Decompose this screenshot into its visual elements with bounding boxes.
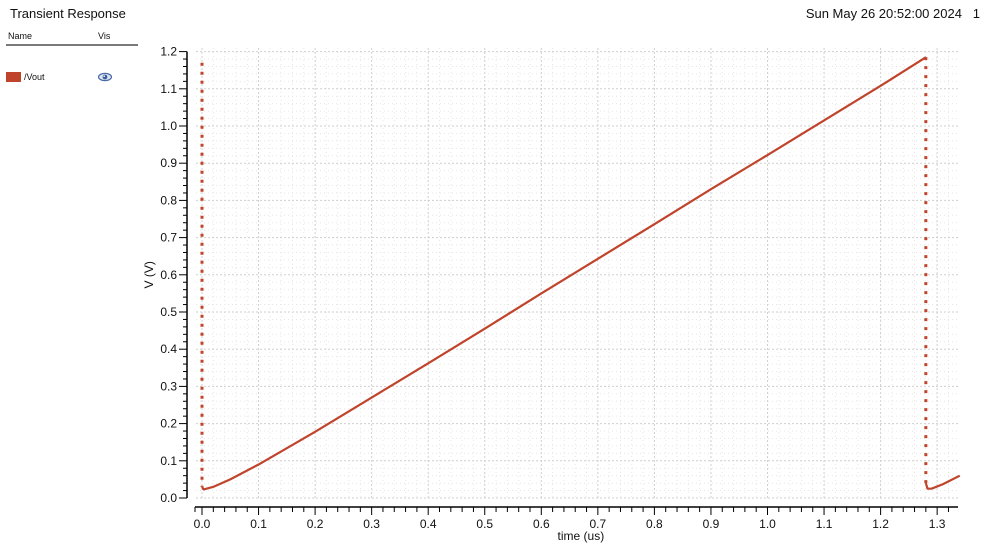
y-tick-label: 0.0	[160, 491, 177, 505]
y-tick-label: 0.2	[160, 417, 177, 431]
y-tick-label: 1.0	[160, 119, 177, 133]
x-tick-label: 0.8	[646, 517, 663, 531]
y-tick-label: 1.1	[160, 82, 177, 96]
grid	[196, 48, 958, 500]
x-tick-label: 0.3	[363, 517, 380, 531]
series-vout-line	[924, 474, 961, 490]
x-tick-label: 0.1	[250, 517, 267, 531]
y-tick-label: 1.2	[160, 45, 177, 59]
y-tick-label: 0.8	[160, 193, 177, 207]
x-tick-label: 0.6	[533, 517, 550, 531]
x-axis-label: time (us)	[558, 529, 605, 543]
x-tick-label: 1.2	[872, 517, 889, 531]
x-tick-label: 0.4	[420, 517, 437, 531]
y-tick-label: 0.7	[160, 231, 177, 245]
x-tick-label: 0.9	[703, 517, 720, 531]
y-tick-label: 0.3	[160, 379, 177, 393]
x-tick-label: 1.0	[759, 517, 776, 531]
x-tick-label: 1.1	[816, 517, 833, 531]
axes: 0.0 0.1 0.2 0.3 0.4 0.5 0.6 0.7 0.8 0.9 1.0 1.1 1.2 0…	[160, 45, 958, 531]
y-tick-label: 0.9	[160, 156, 177, 170]
traces	[200, 56, 961, 491]
x-tick-label: 0.5	[476, 517, 493, 531]
y-tick-label: 0.6	[160, 268, 177, 282]
x-tick-label: 0.0	[194, 517, 211, 531]
x-tick-label: 0.2	[307, 517, 324, 531]
y-axis-label: V (V)	[142, 261, 156, 288]
chart: 0.0 0.1 0.2 0.3 0.4 0.5 0.6 0.7 0.8 0.9 1.0 1.1 1.2 0…	[142, 45, 961, 543]
y-tick-label: 0.4	[160, 342, 177, 356]
y-tick-label: 0.1	[160, 454, 177, 468]
x-tick-label: 1.3	[929, 517, 946, 531]
y-tick-label: 0.5	[160, 305, 177, 319]
